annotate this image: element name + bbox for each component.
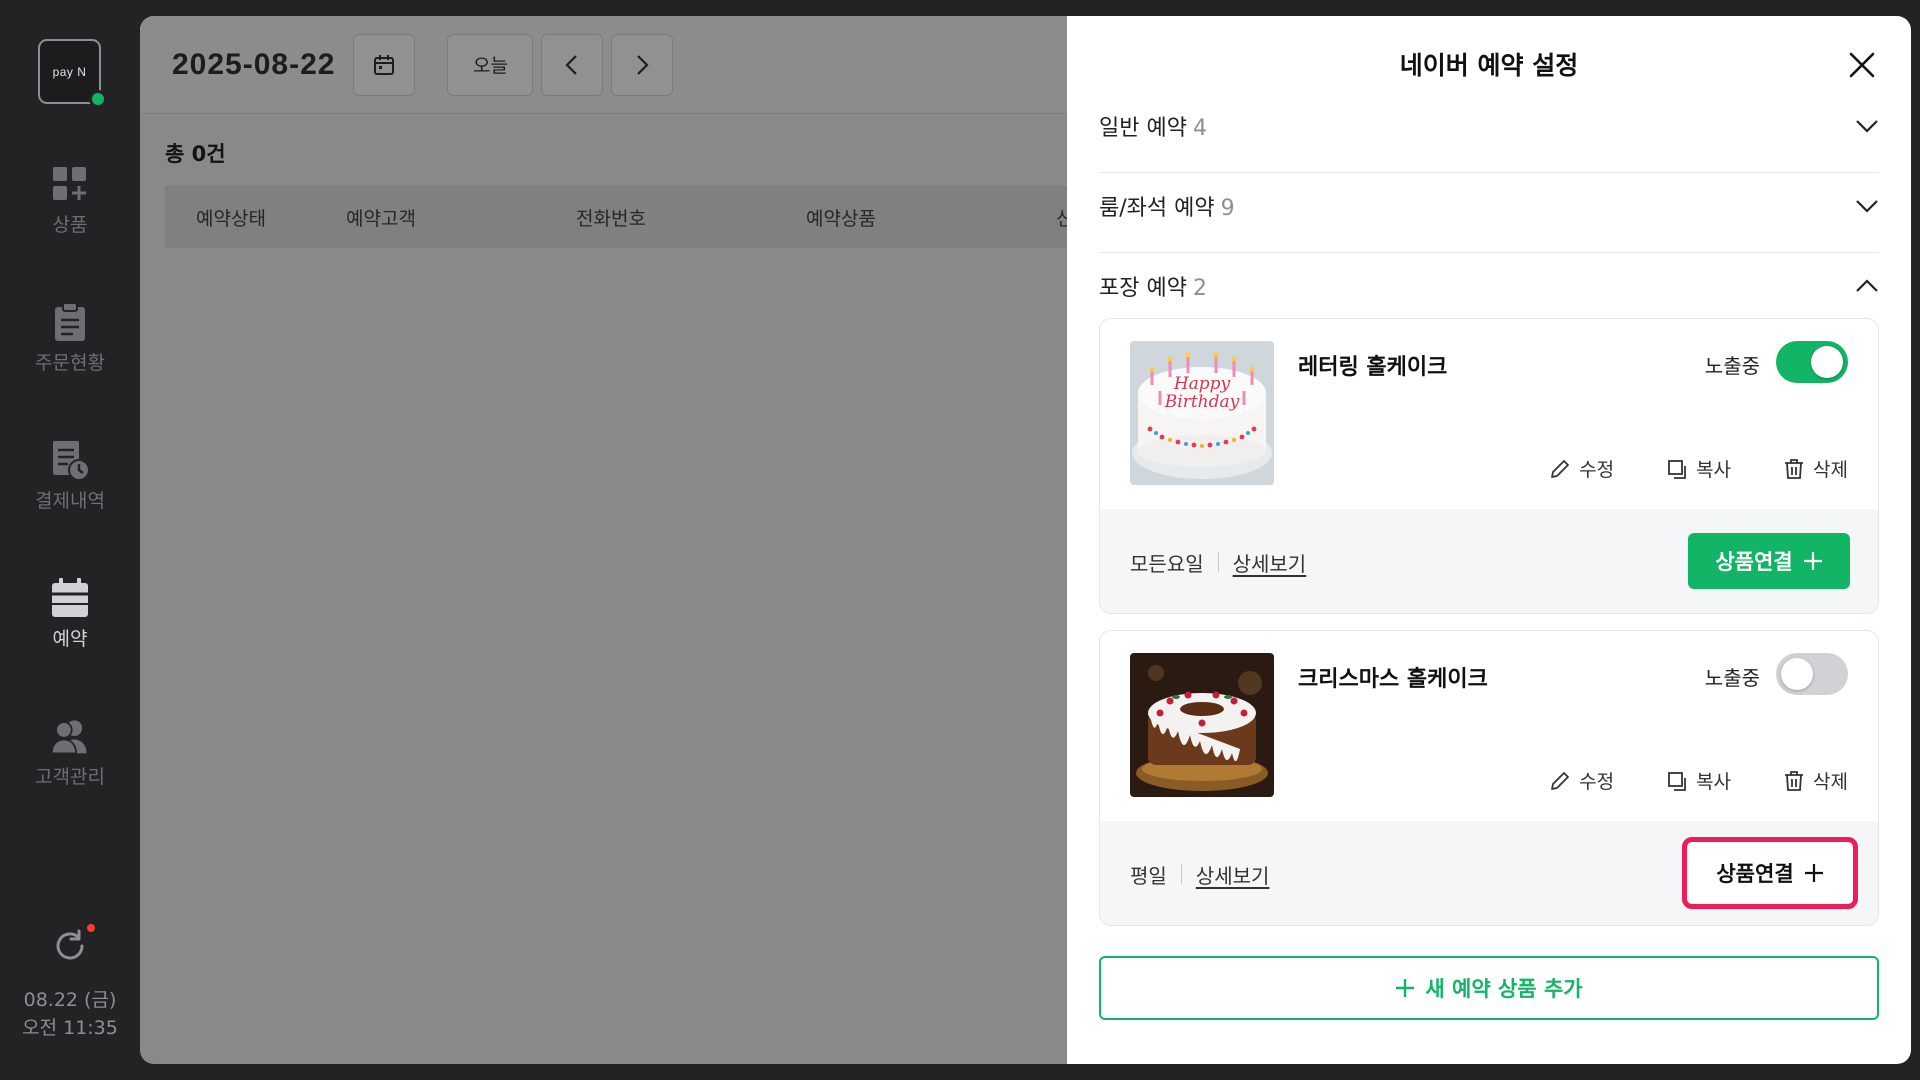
link-product-button[interactable]: 상품연결 bbox=[1688, 533, 1850, 589]
available-days: 모든요일 bbox=[1130, 551, 1204, 576]
delete-label: 삭제 bbox=[1813, 771, 1848, 793]
add-new-reservation-product-button[interactable]: 새 예약 상품 추가 bbox=[1099, 956, 1879, 1020]
app-logo: pay N bbox=[38, 39, 107, 108]
section-label: 룸/좌석 예약 bbox=[1099, 196, 1215, 221]
clipboard-icon bbox=[50, 302, 90, 342]
product-card-footer: 모든요일 상세보기 상품연결 bbox=[1100, 509, 1878, 613]
close-icon[interactable] bbox=[1847, 50, 1877, 80]
chevron-down-icon bbox=[1856, 120, 1878, 133]
product-card: 크리스마스 홀케이크 노출중 수정 복사 삭제 평일 상세보기 상품연결 bbox=[1099, 630, 1879, 926]
delete-button[interactable]: 삭제 bbox=[1783, 455, 1848, 482]
link-product-label: 상품연결 bbox=[1716, 862, 1794, 886]
visibility-label: 노출중 bbox=[1704, 354, 1760, 378]
current-time: 오전 11:35 bbox=[22, 1017, 118, 1039]
receipt-clock-icon bbox=[50, 440, 90, 481]
visibility-toggle[interactable] bbox=[1776, 653, 1848, 695]
toggle-knob bbox=[1811, 346, 1843, 378]
visibility-toggle[interactable] bbox=[1776, 341, 1848, 383]
delete-label: 삭제 bbox=[1813, 459, 1848, 481]
chevron-up-icon bbox=[1856, 279, 1878, 292]
copy-label: 복사 bbox=[1696, 771, 1732, 793]
detail-link[interactable]: 상세보기 bbox=[1233, 548, 1307, 577]
sidebar-item-label: 고객관리 bbox=[35, 766, 105, 788]
section-room-seat-reservation[interactable]: 룸/좌석 예약 9 bbox=[1099, 182, 1879, 230]
product-card-footer: 평일 상세보기 상품연결 bbox=[1100, 821, 1878, 925]
logo-text: pay N bbox=[52, 64, 87, 79]
product-actions: 수정 복사 삭제 bbox=[1549, 455, 1848, 482]
copy-label: 복사 bbox=[1696, 459, 1732, 481]
product-name: 크리스마스 홀케이크 bbox=[1298, 667, 1488, 692]
trash-icon bbox=[1785, 458, 1804, 479]
sidebar-item-reservation[interactable]: 예약 bbox=[0, 578, 140, 651]
sidebar-item-label: 예약 bbox=[52, 628, 88, 650]
panel-title: 네이버 예약 설정 bbox=[1399, 51, 1579, 80]
plus-icon bbox=[1396, 979, 1415, 997]
sidebar: pay N 상품 주문현황 결제내역 예약 고객관리 08.22 (금) 오전 … bbox=[0, 0, 140, 1080]
add-new-label: 새 예약 상품 추가 bbox=[1425, 977, 1583, 1001]
detail-link[interactable]: 상세보기 bbox=[1196, 860, 1270, 889]
toggle-knob bbox=[1781, 658, 1813, 690]
product-image-birthday-cake: Happy Birthday bbox=[1130, 341, 1274, 485]
separator bbox=[1217, 552, 1219, 572]
sidebar-item-payments[interactable]: 결제내역 bbox=[0, 440, 140, 513]
product-grid-icon bbox=[50, 164, 90, 204]
divider bbox=[1099, 172, 1879, 173]
product-actions: 수정 복사 삭제 bbox=[1549, 767, 1848, 794]
section-count: 4 bbox=[1192, 116, 1207, 141]
sidebar-item-product[interactable]: 상품 bbox=[0, 164, 140, 237]
calendar-icon bbox=[50, 578, 90, 618]
copy-icon bbox=[1668, 459, 1686, 479]
section-takeout-reservation[interactable]: 포장 예약 2 bbox=[1099, 262, 1879, 310]
online-status-dot bbox=[89, 90, 107, 108]
sidebar-item-label: 주문현황 bbox=[35, 352, 105, 374]
edit-button[interactable]: 수정 bbox=[1549, 455, 1614, 482]
link-product-button-highlighted[interactable]: 상품연결 bbox=[1682, 837, 1858, 909]
edit-label: 수정 bbox=[1579, 459, 1615, 481]
edit-label: 수정 bbox=[1579, 771, 1615, 793]
section-count: 9 bbox=[1220, 196, 1235, 221]
visibility-label: 노출중 bbox=[1704, 666, 1760, 690]
sidebar-item-label: 상품 bbox=[52, 214, 88, 236]
product-card: Happy Birthday 레터링 홀케이크 노출중 수정 복사 삭제 모든요… bbox=[1099, 318, 1879, 614]
plus-icon bbox=[1804, 864, 1823, 882]
section-count: 2 bbox=[1192, 276, 1207, 301]
modal-overlay[interactable] bbox=[140, 16, 1070, 1064]
available-days: 평일 bbox=[1130, 863, 1167, 888]
section-label: 일반 예약 bbox=[1099, 116, 1187, 141]
notification-dot bbox=[87, 924, 95, 932]
section-label: 포장 예약 bbox=[1099, 276, 1187, 301]
sidebar-item-customers[interactable]: 고객관리 bbox=[0, 716, 140, 789]
pencil-icon bbox=[1551, 771, 1569, 790]
people-icon bbox=[50, 716, 90, 756]
link-product-label: 상품연결 bbox=[1715, 550, 1793, 574]
pencil-icon bbox=[1551, 459, 1569, 478]
copy-icon bbox=[1668, 771, 1686, 791]
naver-reservation-settings-panel: 네이버 예약 설정 일반 예약 4 룸/좌석 예약 9 포장 예약 2 Happ… bbox=[1067, 16, 1911, 1064]
svg-text:Happy: Happy bbox=[1173, 374, 1231, 394]
chevron-down-icon bbox=[1856, 200, 1878, 213]
current-date: 08.22 (금) bbox=[23, 989, 117, 1011]
sidebar-item-label: 결제내역 bbox=[35, 490, 105, 512]
divider bbox=[1099, 252, 1879, 253]
product-name: 레터링 홀케이크 bbox=[1298, 355, 1448, 380]
edit-button[interactable]: 수정 bbox=[1549, 767, 1614, 794]
refresh-icon[interactable] bbox=[52, 928, 88, 964]
datetime-display: 08.22 (금) 오전 11:35 bbox=[0, 986, 140, 1042]
section-general-reservation[interactable]: 일반 예약 4 bbox=[1099, 102, 1879, 150]
delete-button[interactable]: 삭제 bbox=[1783, 767, 1848, 794]
product-image-christmas-cake bbox=[1130, 653, 1274, 797]
copy-button[interactable]: 복사 bbox=[1666, 455, 1731, 482]
sidebar-item-orders[interactable]: 주문현황 bbox=[0, 302, 140, 375]
svg-text:Birthday: Birthday bbox=[1164, 392, 1240, 412]
plus-icon bbox=[1803, 552, 1822, 570]
separator bbox=[1180, 864, 1182, 884]
trash-icon bbox=[1785, 770, 1804, 791]
copy-button[interactable]: 복사 bbox=[1666, 767, 1731, 794]
